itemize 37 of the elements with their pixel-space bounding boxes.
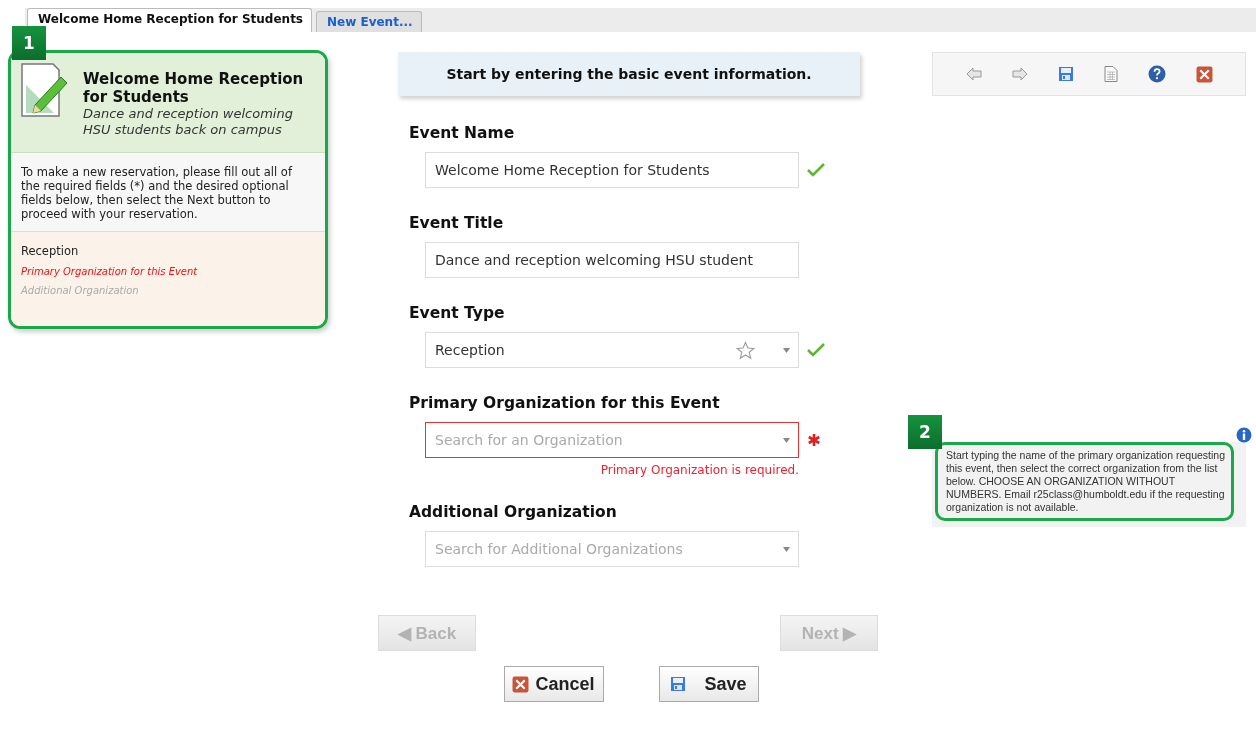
event-description: Dance and reception welcoming HSU students back on campus [83,106,294,138]
field-label: Event Title [409,214,505,232]
cancel-button[interactable]: Cancel [503,666,604,702]
close-icon [1196,65,1213,83]
cancel-icon [512,675,530,693]
field-label: Event Type [409,304,506,322]
tab[interactable]: Welcome Home Reception for Students [27,8,312,32]
document-icon[interactable] [1104,66,1118,82]
back-arrow-icon[interactable] [966,67,982,81]
select-field[interactable]: Reception [425,332,799,368]
dropdown-caret-icon [783,437,790,443]
info-icon[interactable] [1236,427,1252,443]
tab[interactable]: New Event... [316,11,422,32]
field-label: Event Name [409,124,516,142]
field-label: Primary Organization for this Event [409,394,721,412]
save-icon [1058,66,1074,82]
text-input[interactable]: Dance and reception welcoming HSU student [425,242,799,278]
instructions-text: To make a new reservation, please fill out all of the required fields (*) and the desired optional fields below, then select the Next button to proceed with your reservation. [11,153,325,232]
save-icon [670,676,687,692]
checklist-item: Reception [21,244,80,258]
dropdown-caret-icon [783,546,790,552]
field-label: Additional Organization [409,503,618,521]
section-header: Start by entering the basic event information. [398,52,860,96]
error-message: Primary Organization is required. [599,463,799,477]
event-title: Welcome Home Reception for Students [83,70,305,106]
forward-arrow-icon[interactable] [1012,67,1028,81]
checklist-item: Primary Organization for this Event [21,266,199,277]
step-badge: 2 [908,415,942,449]
help-icon[interactable] [1148,65,1166,83]
step-badge: 1 [12,26,46,60]
help-text: Start typing the name of the primary organization requesting this event, then select the correct organization from the list below. CHOOSE AN ORGANIZATION WITHOUT NUMBERS. Email r25class@humboldt.edu if the requesting organization is not available. [935,442,1234,521]
dropdown-caret-icon [783,347,790,353]
text-input[interactable]: Welcome Home Reception for Students [425,152,799,188]
document-edit-icon [21,63,69,119]
star-icon[interactable] [736,340,755,360]
checklist-item: Additional Organization [21,285,140,296]
save-button[interactable]: Save [658,666,759,702]
